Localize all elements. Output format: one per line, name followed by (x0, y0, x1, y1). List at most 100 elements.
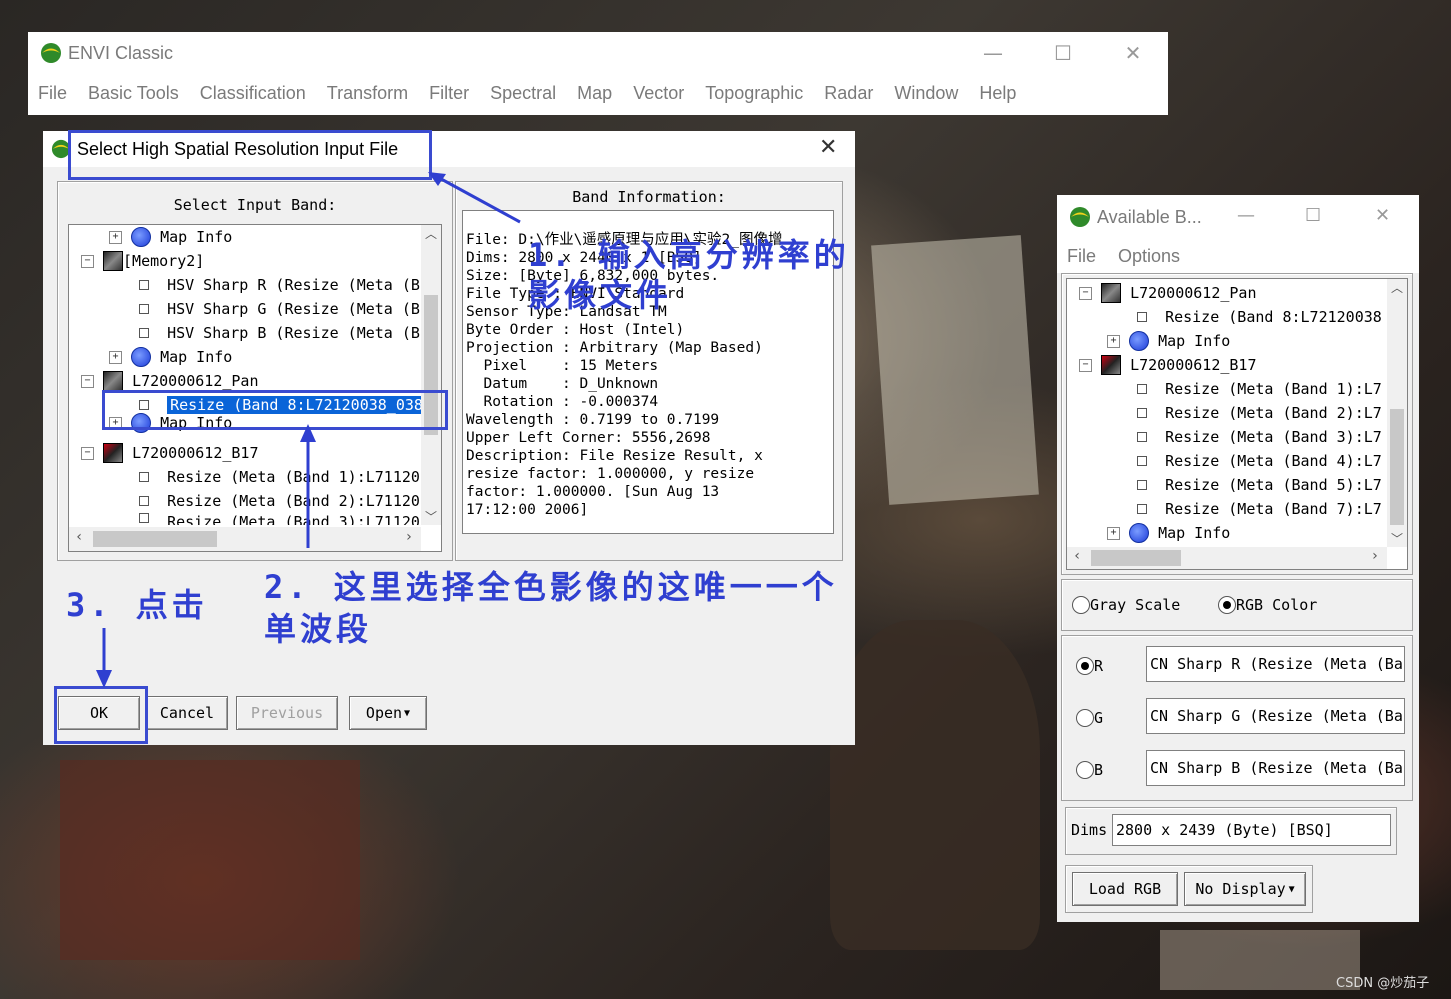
band-leaf-icon (139, 472, 149, 482)
scroll-up-icon[interactable]: ︿ (421, 225, 441, 242)
expand-icon[interactable]: + (109, 350, 122, 364)
minimize-icon[interactable]: — (1237, 205, 1255, 226)
menu-map[interactable]: Map (577, 83, 612, 104)
maximize-icon[interactable]: ☐ (1305, 205, 1321, 226)
rgb-color-radio[interactable] (1218, 596, 1236, 614)
avail-band-tree[interactable]: − L720000612_Pan Resize (Band 8:L7212003… (1066, 278, 1408, 570)
channel-g-option[interactable]: G (1076, 706, 1103, 730)
band-tree[interactable]: + Map Info − [Memory2] HSV Sharp R (Resi… (68, 224, 442, 552)
scroll-down-icon[interactable]: ﹀ (1387, 530, 1407, 547)
collapse-icon[interactable]: − (81, 254, 94, 268)
gray-scale-option[interactable]: Gray Scale (1072, 593, 1180, 617)
avail-menu-file[interactable]: File (1067, 246, 1096, 267)
tree-row[interactable]: − L720000612_B17 (1079, 353, 1257, 377)
channel-r-option[interactable]: R (1076, 654, 1103, 678)
tree-row[interactable]: + Map Info (1107, 521, 1230, 545)
dropdown-arrow-icon: ▼ (1288, 883, 1295, 895)
tree-row[interactable]: − L720000612_B17 (81, 441, 259, 465)
scroll-down-icon[interactable]: ﹀ (421, 508, 441, 525)
scroll-right-icon[interactable]: › (1371, 548, 1379, 564)
select-band-label: Select Input Band: (173, 196, 337, 214)
cancel-button[interactable]: Cancel (146, 696, 228, 730)
expand-icon[interactable]: + (1107, 334, 1120, 348)
tree-row[interactable]: + Map Info (109, 345, 232, 369)
tree-row[interactable]: Resize (Meta (Band 2):L71120 (139, 489, 420, 513)
tree-row[interactable]: Resize (Meta (Band 3):L71120 (139, 513, 420, 525)
tree-row[interactable]: Resize (Meta (Band 1):L71120 (139, 465, 420, 489)
collapse-icon[interactable]: − (1079, 358, 1092, 372)
channel-r-radio[interactable] (1076, 657, 1094, 675)
menu-window[interactable]: Window (894, 83, 958, 104)
scroll-thumb[interactable] (1390, 409, 1404, 525)
band-leaf-icon (1137, 504, 1147, 514)
menu-vector[interactable]: Vector (633, 83, 684, 104)
channel-g-field[interactable]: CN Sharp G (Resize (Meta (Ba (1146, 698, 1405, 734)
scroll-thumb[interactable] (1091, 550, 1181, 566)
band-leaf-icon (139, 280, 149, 290)
envi-main-window: ENVI Classic — ☐ ✕ File Basic Tools Clas… (28, 32, 1168, 115)
menu-topographic[interactable]: Topographic (705, 83, 803, 104)
close-icon[interactable]: ✕ (1375, 205, 1390, 226)
channel-b-option[interactable]: B (1076, 758, 1103, 782)
scroll-thumb[interactable] (93, 531, 217, 547)
scroll-left-icon[interactable]: ‹ (75, 529, 83, 545)
menu-classification[interactable]: Classification (200, 83, 306, 104)
expand-icon[interactable]: + (1107, 526, 1120, 540)
vertical-scrollbar[interactable]: ︿ ﹀ (421, 225, 441, 525)
info-line: resize factor: 1.000000, y resize (466, 466, 755, 482)
menu-radar[interactable]: Radar (824, 83, 873, 104)
dropdown-arrow-icon: ▼ (404, 707, 411, 719)
menu-basic-tools[interactable]: Basic Tools (88, 83, 179, 104)
tree-row[interactable]: HSV Sharp R (Resize (Meta (B (139, 273, 420, 297)
avail-menu-options[interactable]: Options (1118, 246, 1180, 267)
menu-spectral[interactable]: Spectral (490, 83, 556, 104)
band-leaf-icon (139, 304, 149, 314)
collapse-icon[interactable]: − (1079, 286, 1092, 300)
menu-transform[interactable]: Transform (327, 83, 408, 104)
previous-button[interactable]: Previous (236, 696, 338, 730)
expand-icon[interactable]: + (109, 230, 122, 244)
menu-file[interactable]: File (38, 83, 67, 104)
tree-row[interactable]: + Map Info (1107, 329, 1230, 353)
menu-filter[interactable]: Filter (429, 83, 469, 104)
tree-row[interactable]: Resize (Band 8:L72120038 (1137, 305, 1382, 329)
display-select[interactable]: No Display ▼ (1184, 872, 1306, 906)
tree-row[interactable]: − L720000612_Pan (1079, 281, 1257, 305)
tree-row[interactable]: Resize (Meta (Band 3):L7 (1137, 425, 1382, 449)
tree-row[interactable]: Resize (Meta (Band 5):L7 (1137, 473, 1382, 497)
scroll-up-icon[interactable]: ︿ (1387, 279, 1407, 296)
dims-label: Dims (1071, 821, 1108, 839)
menu-help[interactable]: Help (979, 83, 1016, 104)
channel-r-field[interactable]: CN Sharp R (Resize (Meta (Ba (1146, 646, 1405, 682)
tree-row[interactable]: + Map Info (109, 225, 232, 249)
gray-scale-radio[interactable] (1072, 596, 1090, 614)
scroll-right-icon[interactable]: › (405, 529, 413, 545)
highlight-band-box (102, 390, 448, 430)
minimize-icon[interactable]: — (958, 32, 1028, 74)
scroll-left-icon[interactable]: ‹ (1073, 548, 1081, 564)
collapse-icon[interactable]: − (81, 374, 94, 388)
rgb-color-option[interactable]: RGB Color (1218, 593, 1317, 617)
open-button[interactable]: Open ▼ (349, 696, 427, 730)
dialog-close-icon[interactable]: ✕ (819, 135, 837, 160)
globe-icon (131, 347, 152, 367)
tree-row[interactable]: HSV Sharp B (Resize (Meta (B (139, 321, 420, 345)
horizontal-scrollbar[interactable]: ‹ › (1067, 547, 1387, 569)
channel-b-radio[interactable] (1076, 761, 1094, 779)
tree-row[interactable]: Resize (Meta (Band 4):L7 (1137, 449, 1382, 473)
load-rgb-button[interactable]: Load RGB (1072, 872, 1178, 906)
horizontal-scrollbar[interactable]: ‹ › (69, 527, 421, 551)
maximize-icon[interactable]: ☐ (1028, 32, 1098, 74)
vertical-scrollbar[interactable]: ︿ ﹀ (1387, 279, 1407, 547)
tree-row[interactable]: Resize (Meta (Band 2):L7 (1137, 401, 1382, 425)
band-leaf-icon (1137, 312, 1147, 322)
channel-g-radio[interactable] (1076, 709, 1094, 727)
tree-row[interactable]: Resize (Meta (Band 7):L7 (1137, 497, 1382, 521)
close-icon[interactable]: ✕ (1098, 32, 1168, 74)
tree-row[interactable]: − [Memory2] (81, 249, 204, 273)
channel-b-field[interactable]: CN Sharp B (Resize (Meta (Ba (1146, 750, 1405, 786)
tree-row[interactable]: HSV Sharp G (Resize (Meta (B (139, 297, 420, 321)
collapse-icon[interactable]: − (81, 446, 94, 460)
tree-row[interactable]: Resize (Meta (Band 1):L7 (1137, 377, 1382, 401)
avail-tree-panel: − L720000612_Pan Resize (Band 8:L7212003… (1061, 273, 1413, 575)
